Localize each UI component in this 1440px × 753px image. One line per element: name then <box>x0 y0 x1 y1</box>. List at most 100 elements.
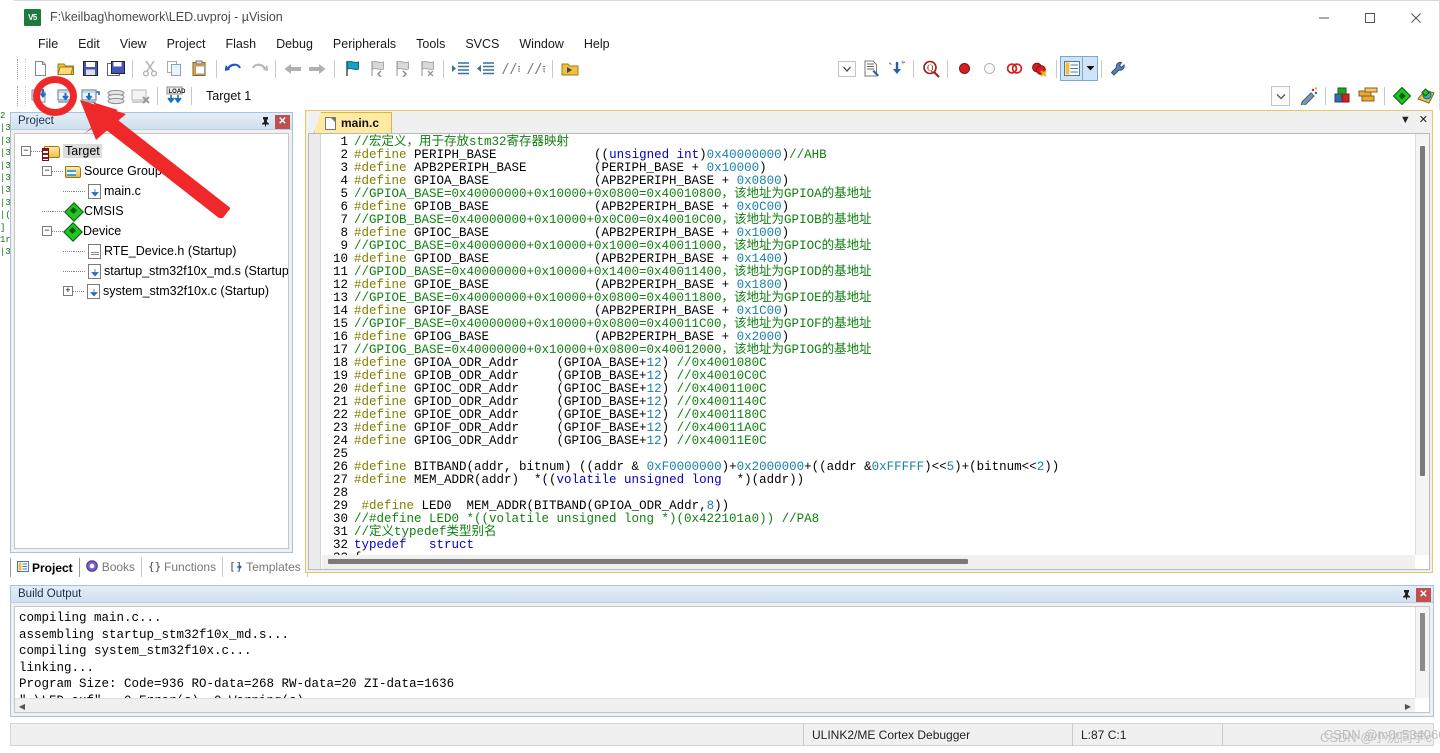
navigate-forward-icon[interactable] <box>305 57 330 80</box>
paste-icon[interactable] <box>187 57 212 80</box>
comment-lines-icon[interactable]: //≡ <box>498 57 523 80</box>
code-token: ) <box>781 174 790 188</box>
tree-item[interactable]: − Source Group 1 <box>21 161 288 181</box>
menu-item-view[interactable]: View <box>110 35 157 53</box>
save-all-icon[interactable] <box>103 57 128 80</box>
toolbar-grip[interactable] <box>17 86 26 106</box>
scrollbar-thumb[interactable] <box>1420 613 1425 671</box>
code-editor[interactable]: 1//宏定义，用于存放stm32寄存器映射 2 #define PERIPH_BAS… <box>308 133 1430 570</box>
tree-item[interactable]: startup_stm32f10x_md.s (Startup) <box>21 261 288 281</box>
bookmark-prev-icon[interactable] <box>364 57 389 80</box>
rebuild-all-icon[interactable] <box>78 85 103 108</box>
redo-icon[interactable] <box>246 57 271 80</box>
pin-icon[interactable] <box>1399 588 1413 602</box>
new-file-icon[interactable] <box>28 57 53 80</box>
menu-item-svcs[interactable]: SVCS <box>455 35 509 53</box>
pin-icon[interactable] <box>258 115 272 129</box>
scroll-left-arrow-icon[interactable]: ◀ <box>17 701 27 711</box>
stop-build-icon[interactable] <box>128 85 153 108</box>
menu-item-window[interactable]: Window <box>509 35 573 53</box>
manage-project-items-icon[interactable] <box>1330 85 1355 108</box>
configure-file-icon[interactable] <box>859 57 884 80</box>
menu-item-help[interactable]: Help <box>574 35 620 53</box>
chevron-down-icon[interactable] <box>1271 86 1290 106</box>
indent-increase-icon[interactable] <box>448 57 473 80</box>
editor-horizontal-scrollbar[interactable] <box>322 555 1415 569</box>
build-vertical-scrollbar[interactable] <box>1415 607 1429 698</box>
collapse-icon[interactable]: − <box>42 166 52 176</box>
save-icon[interactable] <box>78 57 103 80</box>
close-button[interactable] <box>1393 1 1439 34</box>
expand-icon[interactable]: + <box>63 286 73 296</box>
menu-item-project[interactable]: Project <box>157 35 216 53</box>
toolbar-grip[interactable] <box>17 58 26 79</box>
open-include-file-icon[interactable] <box>557 57 582 80</box>
breakpoint-kill-all-icon[interactable] <box>1027 57 1052 80</box>
open-folder-icon[interactable] <box>53 57 78 80</box>
tree-item[interactable]: CMSIS <box>21 201 288 221</box>
bookmark-clear-icon[interactable] <box>414 57 439 80</box>
copy-icon[interactable] <box>162 57 187 80</box>
indent-decrease-icon[interactable] <box>473 57 498 80</box>
menu-item-edit[interactable]: Edit <box>68 35 110 53</box>
navigate-back-icon[interactable] <box>280 57 305 80</box>
insert-bookmark-icon[interactable] <box>884 57 909 80</box>
target-options-icon[interactable] <box>1296 85 1321 108</box>
translate-file-icon[interactable] <box>28 85 53 108</box>
close-icon[interactable]: ✕ <box>275 114 290 129</box>
menu-item-file[interactable]: File <box>28 35 68 53</box>
collapse-icon[interactable]: − <box>21 146 31 156</box>
menu-item-flash[interactable]: Flash <box>215 35 266 53</box>
scrollbar-thumb[interactable] <box>328 559 968 564</box>
breakpoint-disable-icon[interactable] <box>1002 57 1027 80</box>
menu-item-peripherals[interactable]: Peripherals <box>323 35 406 53</box>
code-token: 0x40000000 <box>706 148 782 162</box>
code-token: GPIOC_ODR_Addr (GPIOC_BASE+ <box>406 382 647 396</box>
panel-tab-project[interactable]: Project <box>10 557 80 577</box>
panel-tab-templates[interactable]: [] Templates <box>223 557 308 577</box>
pack-installer-icon[interactable] <box>1414 85 1439 108</box>
panel-tab-functions[interactable]: {} Functions <box>142 557 224 577</box>
component-viewer-icon[interactable] <box>1389 85 1414 108</box>
batch-build-icon[interactable] <box>103 85 128 108</box>
uncomment-lines-icon[interactable]: //≢ <box>523 57 548 80</box>
tree-item[interactable]: + system_stm32f10x.c (Startup) <box>21 281 288 301</box>
download-to-flash-icon[interactable]: LOAD <box>162 85 187 108</box>
minimize-button[interactable] <box>1301 1 1347 34</box>
bookmark-toggle-icon[interactable] <box>339 57 364 80</box>
close-icon[interactable]: ✕ <box>1416 587 1431 602</box>
bookmark-next-icon[interactable] <box>389 57 414 80</box>
collapse-icon[interactable]: − <box>42 226 52 236</box>
dropdown-arrow-icon[interactable] <box>834 57 859 80</box>
document-tab-main-c[interactable]: main.c <box>314 112 393 133</box>
scroll-right-arrow-icon[interactable]: ▶ <box>1403 701 1413 711</box>
toolbar-separator <box>1101 59 1102 78</box>
manage-windows-icon[interactable] <box>1060 56 1084 81</box>
scrollbar-thumb[interactable] <box>1420 146 1425 476</box>
tree-item[interactable]: − Device <box>21 221 288 241</box>
file-icon <box>325 116 336 130</box>
menu-item-debug[interactable]: Debug <box>266 35 323 53</box>
tree-item[interactable]: − Target <box>21 141 288 161</box>
build-target-icon[interactable] <box>53 85 78 108</box>
panel-tab-books[interactable]: Books <box>80 557 143 577</box>
tree-item[interactable]: RTE_Device.h (Startup) <box>21 241 288 261</box>
undo-icon[interactable] <box>221 57 246 80</box>
manage-windows-dropdown-icon[interactable] <box>1082 56 1098 81</box>
breakpoint-empty-icon[interactable] <box>977 57 1002 80</box>
breakpoint-insert-icon[interactable] <box>952 57 977 80</box>
document-close-icon[interactable]: ✕ <box>1419 113 1428 126</box>
cut-icon[interactable] <box>137 57 162 80</box>
project-tree[interactable]: − Target − Source Group 1 main.c CMSIS − Device… <box>14 133 289 549</box>
maximize-button[interactable] <box>1347 1 1393 34</box>
tree-item[interactable]: main.c <box>21 181 288 201</box>
document-list-dropdown-icon[interactable]: ▼ <box>1400 114 1411 126</box>
find-in-files-icon[interactable]: Q <box>918 57 943 80</box>
build-horizontal-scrollbar[interactable]: ◀ ▶ <box>15 698 1415 712</box>
configure-target-icon[interactable] <box>1106 57 1131 80</box>
target-select[interactable]: Target 1 <box>202 86 352 106</box>
editor-vertical-scrollbar[interactable] <box>1415 134 1429 555</box>
build-output-body[interactable]: compiling main.c... assembling startup_st… <box>14 606 1430 713</box>
menu-item-tools[interactable]: Tools <box>406 35 455 53</box>
manage-runtime-env-icon[interactable] <box>1355 85 1380 108</box>
